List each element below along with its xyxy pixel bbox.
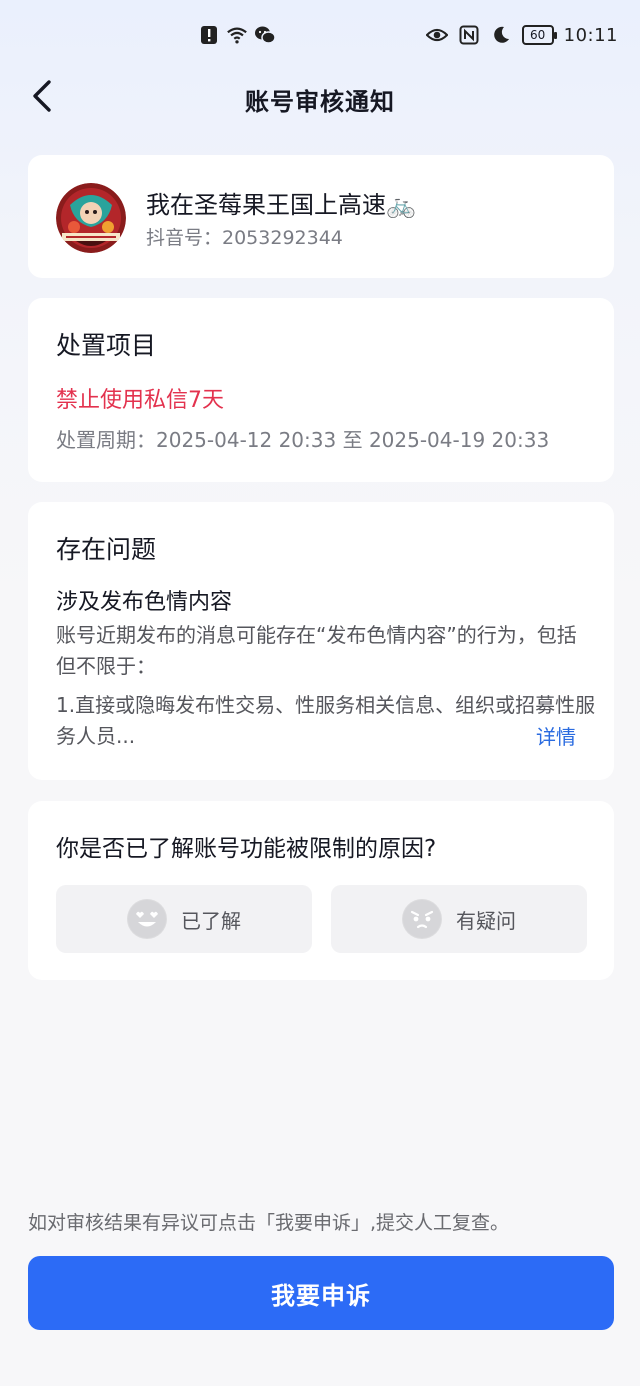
appeal-hint: 如对审核结果有异议可点击「我要申诉」,提交人工复查。 (28, 1212, 510, 1234)
penalty-name: 禁止使用私信7天 (56, 388, 224, 413)
avatar[interactable] (56, 183, 126, 253)
moon-icon (490, 24, 512, 46)
confused-emoji-icon (402, 899, 442, 939)
nav-bar: 账号审核通知 (0, 72, 640, 124)
have-question-button[interactable]: 有疑问 (331, 885, 587, 953)
heart-eyes-emoji-icon (127, 899, 167, 939)
wechat-icon (254, 24, 276, 46)
question-title: 你是否已了解账号功能被限制的原因? (56, 836, 437, 862)
profile-douyin-id: 抖音号：2053292344 (146, 227, 343, 249)
penalty-period: 处置周期：2025-04-12 20:33 至 2025-04-19 20:33 (56, 428, 550, 452)
status-left-icons (198, 24, 276, 46)
status-right-icons: 60 10:11 (425, 24, 618, 46)
appeal-button[interactable]: 我要申诉 (28, 1256, 614, 1330)
penalty-card: 处置项目 禁止使用私信7天 处置周期：2025-04-12 20:33 至 20… (28, 298, 614, 482)
nfc-icon (458, 24, 480, 46)
profile-card: 我在圣莓果王国上高速🚲 抖音号：2053292344 (28, 155, 614, 278)
issue-description: 账号近期发布的消息可能存在“发布色情内容”的行为，包括但不限于： (56, 623, 577, 678)
understood-label: 已了解 (181, 908, 241, 933)
eye-icon (425, 24, 448, 46)
detail-link[interactable]: 详情 (536, 721, 576, 750)
have-question-label: 有疑问 (456, 908, 516, 933)
issue-card: 存在问题 涉及发布色情内容 账号近期发布的消息可能存在“发布色情内容”的行为，包… (28, 502, 614, 780)
battery-indicator: 60 (521, 25, 557, 45)
issue-subtitle: 涉及发布色情内容 (56, 590, 233, 615)
alert-icon (198, 24, 220, 46)
penalty-title: 处置项目 (56, 331, 157, 360)
page-title: 账号审核通知 (245, 88, 395, 116)
issue-title: 存在问题 (56, 535, 157, 564)
profile-nickname: 我在圣莓果王国上高速🚲 (146, 191, 416, 219)
status-time: 10:11 (563, 24, 618, 46)
issue-item: 1.直接或隐晦发布性交易、性服务相关信息、组织或招募性服务人员... (56, 693, 596, 748)
status-bar: 60 10:11 (0, 0, 640, 72)
question-card: 你是否已了解账号功能被限制的原因? 已了解 有疑问 (28, 801, 614, 980)
wifi-icon (226, 24, 248, 46)
understood-button[interactable]: 已了解 (56, 885, 312, 953)
